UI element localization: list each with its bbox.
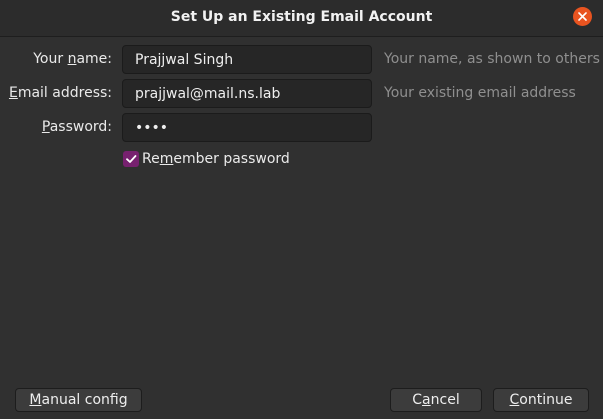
title-bar: Set Up an Existing Email Account xyxy=(0,0,603,37)
remember-password-label[interactable]: Remember password xyxy=(142,151,290,167)
name-input[interactable] xyxy=(122,45,372,74)
checkmark-icon xyxy=(126,155,137,163)
cancel-button[interactable]: Cancel xyxy=(390,388,482,412)
continue-button[interactable]: Continue xyxy=(493,388,589,412)
remember-password-checkbox[interactable] xyxy=(123,151,139,167)
email-input[interactable] xyxy=(122,79,372,108)
email-label: Email address: xyxy=(8,85,112,101)
password-input[interactable] xyxy=(122,113,372,142)
password-label: Password: xyxy=(41,119,112,135)
manual-config-button[interactable]: Manual config xyxy=(15,388,142,412)
name-label: Your name: xyxy=(33,51,112,67)
email-hint: Your existing email address xyxy=(384,85,576,101)
name-hint: Your name, as shown to others xyxy=(384,51,600,67)
window-title: Set Up an Existing Email Account xyxy=(170,9,433,25)
close-icon xyxy=(578,12,587,21)
close-button[interactable] xyxy=(573,7,592,26)
